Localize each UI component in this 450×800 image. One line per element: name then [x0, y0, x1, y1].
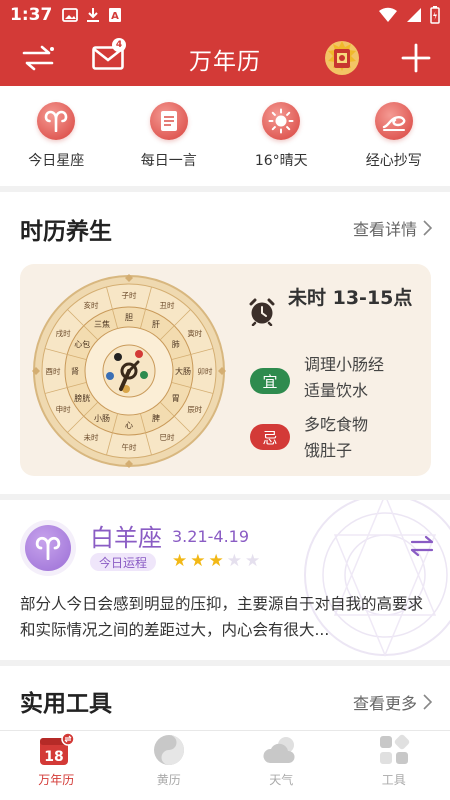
quick-label: 今日星座 — [28, 153, 85, 169]
star-icon: ★ — [208, 551, 224, 571]
dial-organ-label: 胃 — [172, 394, 180, 403]
dial-branch-label: 申时 — [56, 404, 71, 414]
dial-organ-label: 胆 — [125, 313, 133, 322]
almanac-details-link[interactable]: 查看详情 — [353, 216, 432, 240]
today-fortune-tag: 今日运程 — [90, 553, 157, 571]
lucky-charm-icon — [325, 41, 359, 75]
dial-organ-label: 脾 — [152, 413, 160, 423]
dial-branch-label: 巳时 — [160, 432, 175, 442]
quick-item-horoscope[interactable]: 今日星座 — [0, 86, 113, 186]
nav-label: 黄历 — [156, 773, 181, 787]
dial-branch-label: 子时 — [122, 290, 137, 300]
suitable-list: 调理小肠经 适量饮水 — [304, 352, 384, 404]
quick-item-sutra-copy[interactable]: 经心抄写 — [338, 86, 450, 186]
dial-organ-label: 大肠 — [175, 366, 191, 376]
quick-label: 16°晴天 — [254, 153, 308, 169]
horoscope-text[interactable]: 部分人今日会感到明显的压抑，主要源自于对自我的高要求和实际情况之间的差距过大，内… — [20, 591, 430, 643]
dial-branch-label: 未时 — [84, 432, 99, 442]
fortune-rating: ★ ★ ★ ★ ★ — [172, 551, 260, 571]
status-time: 1:37 — [10, 5, 53, 25]
dial-organ-label: 三焦 — [94, 319, 110, 329]
dial-organ-label: 膀胱 — [74, 393, 90, 403]
image-notification-icon — [62, 8, 79, 22]
download-icon — [87, 8, 100, 22]
partly-cloudy-icon — [263, 737, 295, 763]
dial-branch-label: 卯时 — [198, 366, 213, 376]
dial-organ-label: 心包 — [74, 339, 90, 349]
grid-tools-icon — [379, 734, 409, 764]
quick-item-weather[interactable]: 16°晴天 — [225, 86, 338, 186]
nav-label: 万年历 — [38, 773, 75, 787]
zodiac-dates: 3.21-4.19 — [172, 527, 250, 546]
zodiac-name: 白羊座 — [90, 524, 162, 552]
quick-label: 经心抄写 — [365, 153, 422, 169]
link-label: 查看详情 — [352, 220, 417, 239]
link-label: 查看更多 — [352, 694, 417, 713]
nav-almanac[interactable]: 黄历 — [113, 731, 226, 800]
dial-organ-label: 心 — [125, 421, 133, 430]
scroll-icon — [374, 102, 413, 140]
wifi-icon — [379, 7, 397, 23]
calendar-date: 18 — [45, 749, 64, 765]
avoid-tag: 忌 — [250, 424, 290, 450]
avoid-item: 饿肚子 — [304, 441, 353, 460]
calendar-icon: 18 — [40, 733, 75, 765]
svg-text:A: A — [111, 11, 119, 22]
yin-yang-icon — [153, 735, 184, 765]
avoid-list: 多吃食物 饿肚子 — [304, 412, 368, 464]
app-bar: 4 万年历 — [0, 30, 450, 86]
signal-icon — [407, 8, 421, 22]
quick-label: 每日一言 — [140, 153, 197, 169]
alarm-clock-icon — [249, 298, 275, 326]
star-icon: ★ — [245, 551, 261, 571]
add-button[interactable] — [396, 38, 436, 78]
lucky-charm-button[interactable] — [322, 38, 362, 78]
swap-arrows-icon — [410, 535, 434, 557]
aries-icon — [25, 525, 71, 571]
dial-branch-label: 戌时 — [56, 328, 71, 338]
nav-tools[interactable]: 工具 — [338, 731, 450, 800]
dial-branch-label: 亥时 — [84, 300, 99, 310]
font-notification-icon: A — [109, 8, 122, 22]
dial-branch-label: 丑时 — [160, 300, 175, 310]
nav-label: 天气 — [269, 773, 294, 787]
bottom-nav: 18 万年历 黄历 天气 工具 — [0, 730, 450, 800]
battery-icon — [430, 6, 440, 24]
chevron-right-icon — [423, 694, 432, 710]
suitable-tag: 宜 — [250, 368, 290, 394]
nav-weather[interactable]: 天气 — [225, 731, 338, 800]
tools-title: 实用工具 — [20, 691, 112, 717]
sun-icon — [262, 102, 301, 140]
chevron-right-icon — [423, 220, 432, 236]
nav-calendar[interactable]: 18 万年历 — [0, 731, 113, 800]
dial-branch-label: 寅时 — [187, 328, 202, 338]
dial-organ-label: 肺 — [172, 340, 180, 349]
status-bar: 1:37 A — [0, 0, 450, 30]
quick-actions: 今日星座 每日一言 16°晴天 经心抄写 — [0, 86, 450, 186]
current-hour: 未时 13-15点 — [288, 287, 413, 309]
dial-organ-label: 肝 — [152, 320, 160, 329]
dial-branch-label: 午时 — [122, 442, 137, 452]
nav-label: 工具 — [381, 773, 406, 787]
tools-more-link[interactable]: 查看更多 — [353, 690, 432, 714]
quick-item-daily-quote[interactable]: 每日一言 — [113, 86, 226, 186]
suitable-item: 适量饮水 — [304, 381, 369, 400]
dial-branch-label: 辰时 — [187, 404, 202, 414]
dial-organ-label: 小肠 — [94, 414, 110, 423]
suitable-item: 调理小肠经 — [304, 355, 385, 374]
switch-zodiac-button[interactable] — [406, 532, 438, 560]
shichen-dial: 子时丑时寅时卯时辰时巳时午时 未时 申时 酉时 戌时 亥时 胆肝肺大肠胃脾心 小肠 膀胱 肾 心包… — [32, 274, 226, 468]
plus-icon — [401, 43, 431, 73]
star-icon: ★ — [226, 551, 242, 571]
dial-organ-label: 肾 — [71, 367, 79, 376]
star-icon: ★ — [172, 551, 188, 571]
dial-branch-label: 酉时 — [46, 366, 61, 376]
star-icon: ★ — [190, 551, 206, 571]
page-title: 万年历 — [189, 49, 261, 75]
almanac-title: 时历养生 — [20, 219, 112, 245]
aries-icon — [37, 102, 76, 140]
zodiac-avatar[interactable] — [20, 520, 76, 576]
avoid-item: 多吃食物 — [304, 415, 369, 434]
book-icon — [149, 102, 188, 140]
